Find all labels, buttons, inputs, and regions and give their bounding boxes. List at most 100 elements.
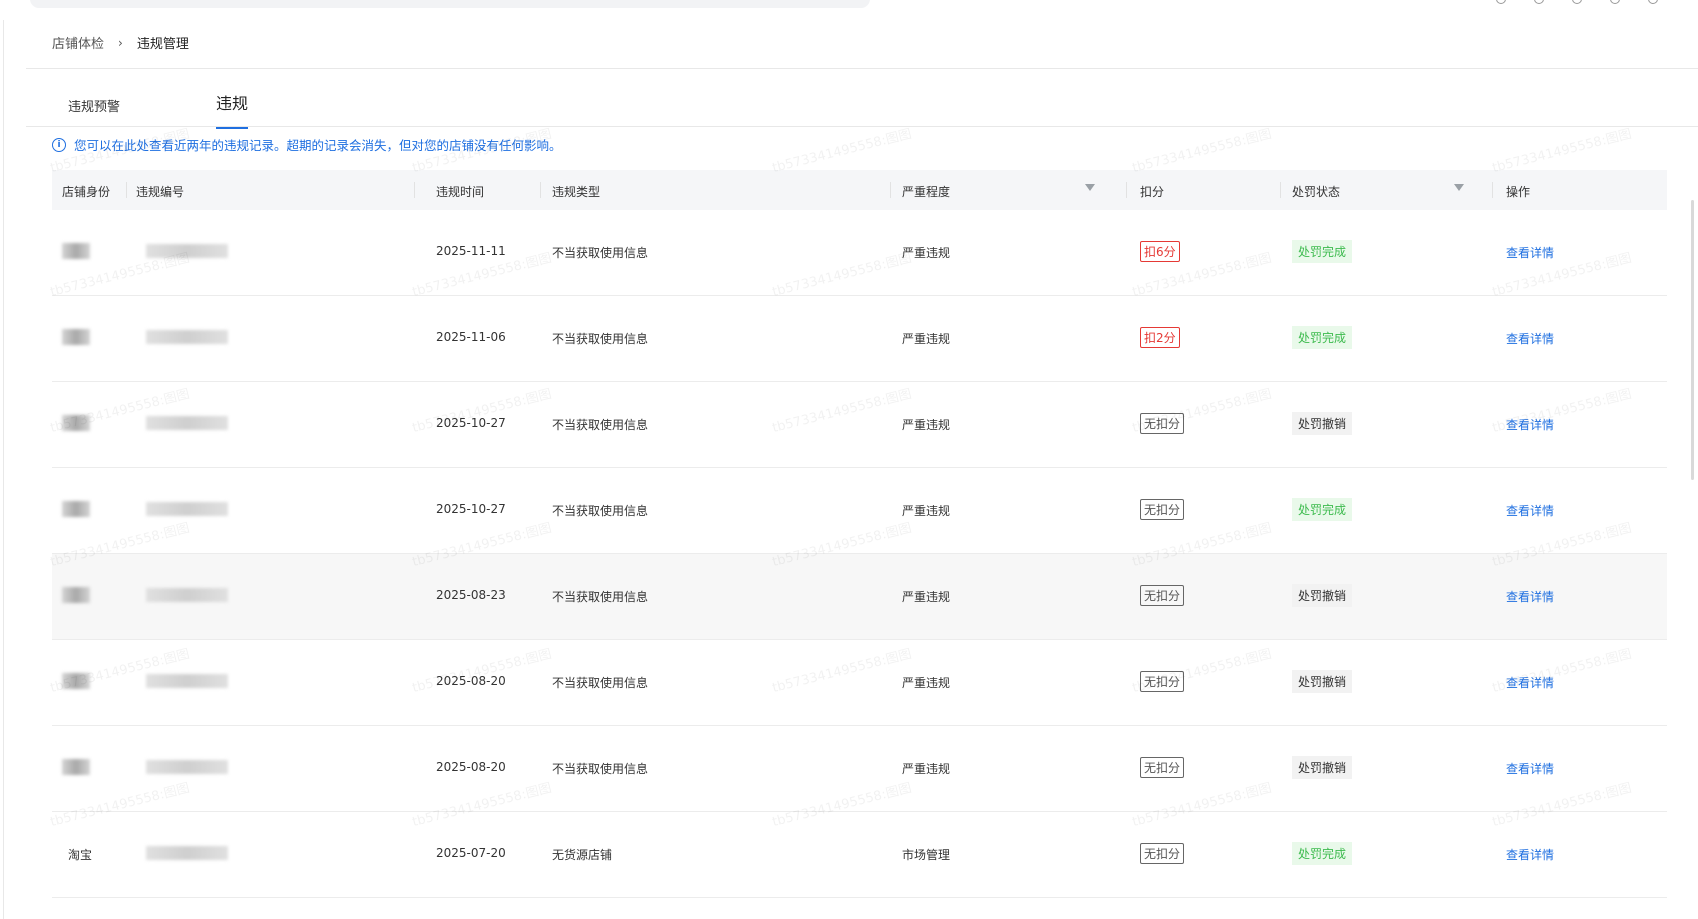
shop-identity-redacted: [62, 587, 90, 603]
violation-type: 不当获取使用信息: [552, 332, 649, 346]
table-row: 2025-08-20 不当获取使用信息 严重违规 无扣分 处罚撤销 查看详情: [52, 726, 1667, 812]
column-divider: [890, 182, 891, 198]
violation-date: 2025-10-27: [436, 502, 506, 516]
message-icon[interactable]: [1534, 0, 1544, 4]
shop-identity-redacted: [62, 673, 90, 689]
tab-bar: 违规预警 违规: [68, 90, 249, 129]
tab-violation[interactable]: 违规: [216, 90, 249, 129]
view-details-link[interactable]: 查看详情: [1506, 760, 1554, 777]
breadcrumb: 店铺体检 › 违规管理: [52, 33, 189, 53]
header-action: 操作: [1506, 185, 1531, 199]
table-row: 2025-08-23 不当获取使用信息 严重违规 无扣分 处罚撤销 查看详情: [52, 554, 1667, 640]
violation-date: 2025-11-06: [436, 330, 506, 344]
watermark-text: tb573341495558:图图: [770, 126, 914, 177]
view-details-link[interactable]: 查看详情: [1506, 244, 1554, 261]
violation-type: 无货源店铺: [552, 848, 613, 862]
violation-table: 店铺身份 违规编号 违规时间 违规类型 严重程度 扣分 处罚状态 操作 2025…: [52, 170, 1667, 898]
table-header: 店铺身份 违规编号 违规时间 违规类型 严重程度 扣分 处罚状态 操作: [52, 170, 1667, 210]
status-badge: 处罚撤销: [1292, 756, 1353, 779]
table-row: 2025-11-06 不当获取使用信息 严重违规 扣2分 处罚完成 查看详情: [52, 296, 1667, 382]
view-details-link[interactable]: 查看详情: [1506, 330, 1554, 347]
view-details-link[interactable]: 查看详情: [1506, 416, 1554, 433]
column-divider: [540, 182, 541, 198]
points-badge: 扣2分: [1140, 327, 1180, 348]
column-divider: [414, 182, 415, 198]
severity: 严重违规: [902, 762, 951, 776]
table-row: 2025-11-11 不当获取使用信息 严重违规 扣6分 处罚完成 查看详情: [52, 210, 1667, 296]
status-badge: 处罚完成: [1292, 240, 1353, 263]
table-body: 2025-11-11 不当获取使用信息 严重违规 扣6分 处罚完成 查看详情 2…: [52, 210, 1667, 898]
filter-icon[interactable]: [1454, 184, 1464, 191]
info-icon: i: [52, 137, 66, 152]
column-divider: [1126, 182, 1127, 198]
column-divider: [1280, 182, 1281, 198]
global-search-bar[interactable]: [30, 0, 870, 8]
violation-no-redacted: [146, 846, 228, 860]
header-violation-type: 违规类型: [552, 185, 601, 199]
notice-text: 您可以在此处查看近两年的违规记录。超期的记录会消失，但对您的店铺没有任何影响。: [74, 138, 562, 153]
violation-date: 2025-10-27: [436, 416, 506, 430]
violation-type: 不当获取使用信息: [552, 590, 649, 604]
header-penalty-status: 处罚状态: [1292, 185, 1341, 199]
shop-identity-redacted: [62, 415, 90, 431]
view-details-link[interactable]: 查看详情: [1506, 674, 1554, 691]
scrollbar[interactable]: [1691, 200, 1694, 480]
violation-no-redacted: [146, 588, 228, 602]
watermark-text: tb573341495558:图图: [1490, 126, 1634, 177]
severity: 严重违规: [902, 332, 951, 346]
notification-icon[interactable]: [1496, 0, 1506, 4]
filter-icon[interactable]: [1085, 184, 1095, 191]
violation-type: 不当获取使用信息: [552, 246, 649, 260]
severity: 严重违规: [902, 418, 951, 432]
severity: 严重违规: [902, 676, 951, 690]
table-row: 2025-10-27 不当获取使用信息 严重违规 无扣分 处罚撤销 查看详情: [52, 382, 1667, 468]
table-row: 淘宝 2025-07-20 无货源店铺 市场管理 无扣分 处罚完成 查看详情: [52, 812, 1667, 898]
table-row: 2025-10-27 不当获取使用信息 严重违规 无扣分 处罚完成 查看详情: [52, 468, 1667, 554]
shop-identity: 淘宝: [68, 848, 93, 862]
view-details-link[interactable]: 查看详情: [1506, 846, 1554, 863]
user-icon[interactable]: [1648, 0, 1658, 4]
chevron-right-icon: ›: [118, 35, 123, 50]
violation-no-redacted: [146, 244, 228, 258]
points-badge: 无扣分: [1140, 413, 1185, 434]
topbar-icons: [1496, 0, 1658, 4]
violation-date: 2025-11-11: [436, 244, 506, 258]
column-divider: [126, 182, 127, 198]
status-badge: 处罚完成: [1292, 498, 1353, 521]
frame-border: [3, 20, 4, 919]
status-badge: 处罚撤销: [1292, 670, 1353, 693]
header-shop-identity: 店铺身份: [62, 185, 111, 199]
violation-no-redacted: [146, 416, 228, 430]
view-details-link[interactable]: 查看详情: [1506, 502, 1554, 519]
header-violation-time: 违规时间: [436, 185, 485, 199]
table-row: 2025-08-20 不当获取使用信息 严重违规 无扣分 处罚撤销 查看详情: [52, 640, 1667, 726]
status-badge: 处罚撤销: [1292, 584, 1353, 607]
breadcrumb-parent[interactable]: 店铺体检: [52, 33, 104, 52]
shop-identity-redacted: [62, 329, 90, 345]
tab-violation-warning[interactable]: 违规预警: [68, 90, 216, 129]
watermark-text: tb573341495558:图图: [1130, 126, 1274, 177]
points-badge: 无扣分: [1140, 499, 1185, 520]
help-icon[interactable]: [1572, 0, 1582, 4]
top-bar: [0, 0, 1698, 14]
points-badge: 扣6分: [1140, 241, 1180, 262]
status-badge: 处罚撤销: [1292, 412, 1353, 435]
notice-banner: i 您可以在此处查看近两年的违规记录。超期的记录会消失，但对您的店铺没有任何影响…: [52, 135, 562, 154]
violation-type: 不当获取使用信息: [552, 762, 649, 776]
violation-no-redacted: [146, 760, 228, 774]
header-points: 扣分: [1140, 185, 1165, 199]
violation-date: 2025-08-23: [436, 588, 506, 602]
tabs-divider: [26, 126, 1698, 127]
violation-no-redacted: [146, 330, 228, 344]
violation-type: 不当获取使用信息: [552, 504, 649, 518]
shop-identity-redacted: [62, 501, 90, 517]
violation-date: 2025-08-20: [436, 760, 506, 774]
points-badge: 无扣分: [1140, 585, 1185, 606]
severity: 严重违规: [902, 246, 951, 260]
severity: 严重违规: [902, 590, 951, 604]
breadcrumb-current: 违规管理: [136, 37, 189, 52]
view-details-link[interactable]: 查看详情: [1506, 588, 1554, 605]
violation-date: 2025-08-20: [436, 674, 506, 688]
settings-icon[interactable]: [1610, 0, 1620, 4]
violation-type: 不当获取使用信息: [552, 418, 649, 432]
